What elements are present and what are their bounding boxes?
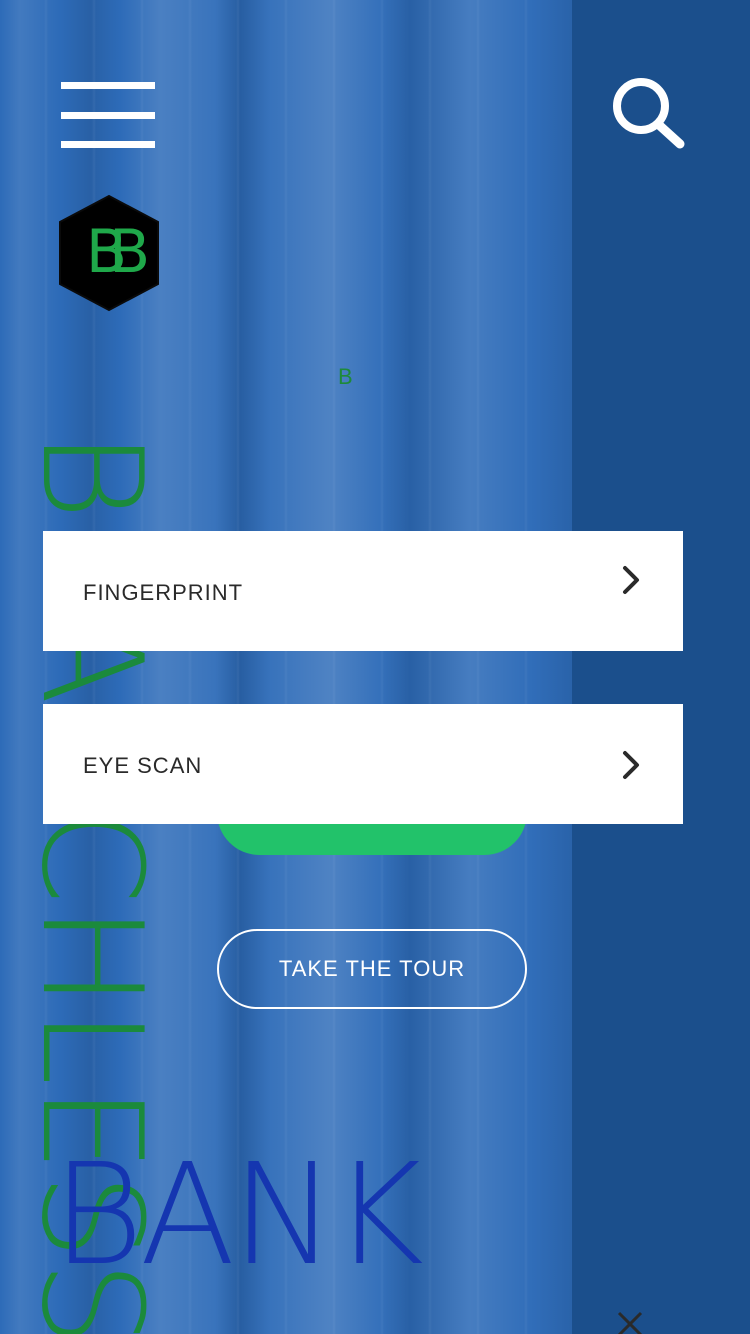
chevron-right-icon xyxy=(623,566,639,594)
fingerprint-label: FINGERPRINT xyxy=(83,580,244,605)
search-button[interactable] xyxy=(610,74,690,154)
brand-name-bank: BANK xyxy=(52,1134,424,1297)
brand-logo: BB xyxy=(55,194,164,312)
small-logo-letter: B xyxy=(338,364,353,389)
chevron-right-icon xyxy=(623,751,639,779)
menu-bar xyxy=(61,112,155,119)
fingerprint-option[interactable]: FINGERPRINT xyxy=(43,531,683,651)
menu-bar xyxy=(61,141,155,148)
close-icon xyxy=(617,1311,643,1334)
eye-scan-option[interactable]: EYE SCAN xyxy=(43,704,683,824)
menu-bar xyxy=(61,82,155,89)
menu-button[interactable] xyxy=(61,82,155,148)
search-icon xyxy=(613,78,685,149)
take-tour-button[interactable]: TAKE THE TOUR xyxy=(217,929,527,1009)
side-panel xyxy=(572,0,750,1334)
eye-scan-label: EYE SCAN xyxy=(83,753,203,778)
login-screen: BB B BRANCHLESS BANK TAKE THE TOUR FINGE… xyxy=(0,0,750,1334)
close-button[interactable] xyxy=(616,1310,644,1334)
